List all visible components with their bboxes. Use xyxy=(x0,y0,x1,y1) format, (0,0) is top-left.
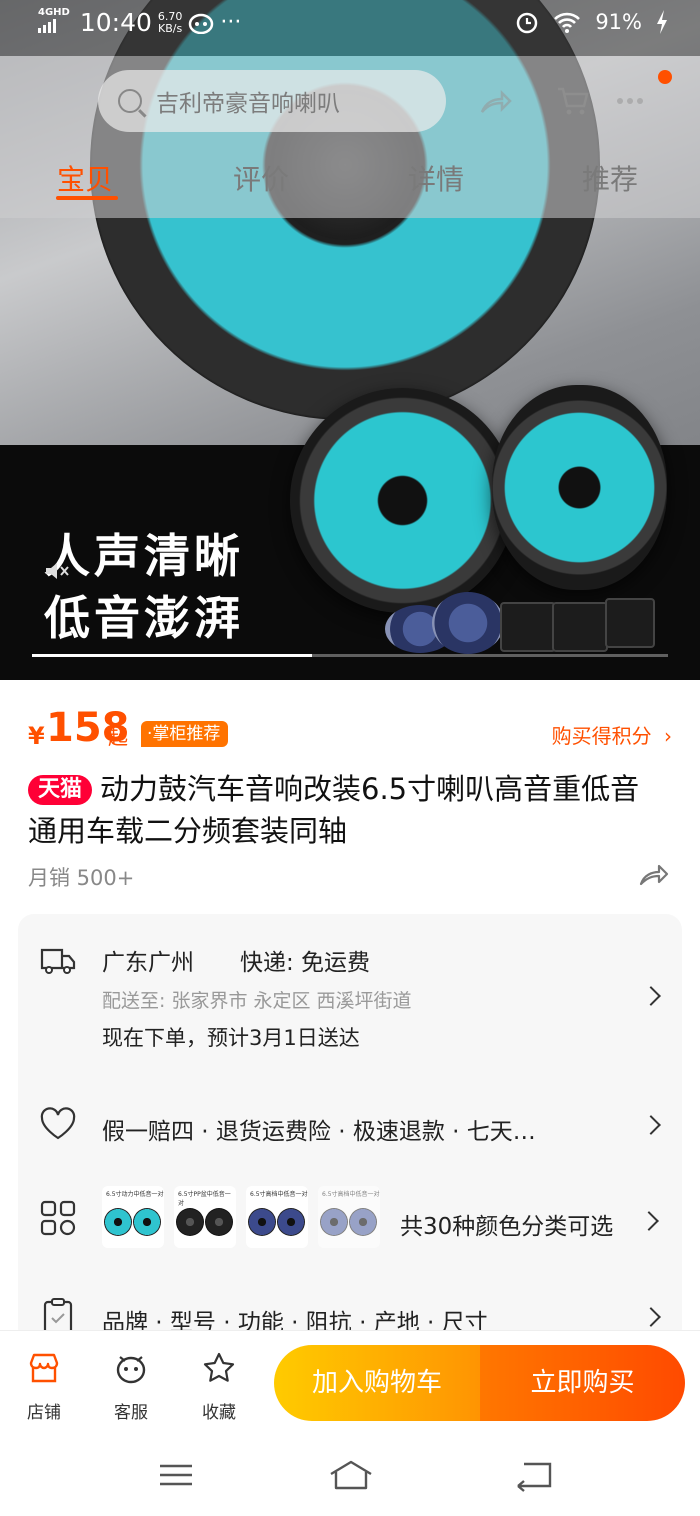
back-icon[interactable] xyxy=(514,1458,554,1492)
favorite-button[interactable]: 收藏 xyxy=(189,1351,249,1423)
share-icon[interactable] xyxy=(478,88,512,116)
speaker-thumb xyxy=(205,1208,233,1236)
chevron-right-icon xyxy=(641,1307,661,1327)
battery-percentage: 91% xyxy=(595,10,642,34)
video-progress-fill xyxy=(32,654,312,657)
gallery-caption: 人声清晰 低音澎湃 xyxy=(44,525,244,649)
grid-icon xyxy=(40,1200,76,1236)
more-notifications-icon: ··· xyxy=(220,10,242,35)
service-label: 客服 xyxy=(114,1403,148,1423)
variant-thumbnails: 6.5寸动力中低音一对 6.5寸PP盆中低音一对 6.5寸高档中低音一对 6.5… xyxy=(102,1186,380,1248)
ship-origin: 广东广州 xyxy=(102,950,194,976)
search-icon xyxy=(118,89,142,113)
add-to-cart-button[interactable]: 加入购物车 xyxy=(274,1345,480,1421)
speaker-thumb xyxy=(277,1208,305,1236)
variant-thumbnail[interactable]: 6.5寸PP盆中低音一对 xyxy=(174,1186,236,1248)
share-icon[interactable] xyxy=(638,860,670,888)
network-type: 4GHD xyxy=(38,7,70,18)
video-progress-bar[interactable] xyxy=(32,654,668,657)
alarm-icon xyxy=(517,12,538,34)
search-placeholder: 吉利帝豪音响喇叭 xyxy=(156,91,340,117)
price-suffix: 起 xyxy=(108,725,128,749)
chevron-right-icon xyxy=(639,1211,659,1231)
variant-thumbnail[interactable]: 6.5寸动力中低音一对 xyxy=(102,1186,164,1248)
woofer-image xyxy=(492,385,667,590)
speaker-thumb xyxy=(349,1208,377,1236)
charging-icon xyxy=(657,10,667,34)
menu-icon[interactable] xyxy=(156,1458,196,1492)
tab-recommend[interactable]: 推荐 xyxy=(582,158,638,198)
customer-service-button[interactable]: 客服 xyxy=(101,1351,161,1423)
variant-thumbnail[interactable]: 6.5寸高档中低音一对 xyxy=(318,1186,380,1248)
active-tab-indicator xyxy=(56,196,118,200)
shop-button[interactable]: 店铺 xyxy=(14,1351,74,1423)
monthly-sales: 月销 500+ xyxy=(28,866,135,890)
taobao-notification-icon xyxy=(189,13,214,34)
buy-now-button[interactable]: 立即购买 xyxy=(480,1345,685,1421)
info-card: 广东广州 快递: 免运费 配送至: 张家界市 永定区 西溪坪街道 现在下单，预计… xyxy=(18,914,682,1344)
heart-icon xyxy=(40,1107,76,1140)
price-row: ¥ 158 起 ·掌柜推荐 购买得积分 › xyxy=(28,705,672,761)
status-bar: 4GHD 10:40 6.70 KB/s ··· 91% xyxy=(0,0,700,56)
favorite-label: 收藏 xyxy=(202,1403,236,1423)
more-menu-icon[interactable] xyxy=(615,90,645,112)
speaker-thumb xyxy=(248,1208,276,1236)
speaker-thumb xyxy=(320,1208,348,1236)
shop-icon xyxy=(29,1353,59,1383)
thumb-caption: 6.5寸PP盆中低音一对 xyxy=(178,1191,231,1207)
points-link[interactable]: 购买得积分 › xyxy=(552,720,672,749)
woofer-image xyxy=(290,388,515,613)
points-label: 购买得积分 xyxy=(551,724,652,748)
home-icon[interactable] xyxy=(328,1458,374,1492)
currency-symbol: ¥ xyxy=(28,722,45,750)
speed-value: 6.70 xyxy=(157,9,183,23)
product-title: 动力鼓汽车音响改装6.5寸喇叭高音重低音通用车载二分频套装同轴 xyxy=(28,772,640,848)
tab-details[interactable]: 详情 xyxy=(408,158,464,198)
recommend-badge: ·掌柜推荐 xyxy=(141,721,229,747)
crossover-image xyxy=(552,602,608,652)
bottom-action-bar: 店铺 客服 收藏 加入购物车 立即购买 xyxy=(0,1330,700,1440)
variant-thumbnail[interactable]: 6.5寸高档中低音一对 xyxy=(246,1186,308,1248)
caption-line-1: 人声清晰 xyxy=(44,529,244,583)
thumb-caption: 6.5寸高档中低音一对 xyxy=(250,1191,308,1198)
guarantee-list: 假一赔四 · 退货运费险 · 极速退款 · 七天… xyxy=(102,1119,536,1145)
variant-count: 共30种颜色分类可选 xyxy=(400,1214,614,1240)
thumb-caption: 6.5寸高档中低音一对 xyxy=(322,1191,380,1198)
delivery-eta: 现在下单，预计3月1日送达 xyxy=(102,1026,360,1050)
delivery-address: 配送至: 张家界市 永定区 西溪坪街道 xyxy=(102,990,412,1012)
signal-icon: 4GHD xyxy=(38,8,70,37)
cart-icon[interactable] xyxy=(556,86,590,116)
speaker-thumb xyxy=(133,1208,161,1236)
caption-line-2: 低音澎湃 xyxy=(44,591,244,645)
tab-reviews[interactable]: 评价 xyxy=(233,158,289,198)
wifi-icon xyxy=(554,12,581,33)
crossover-image xyxy=(605,598,655,648)
customer-service-icon xyxy=(116,1356,146,1384)
product-title-block: 天猫 动力鼓汽车音响改装6.5寸喇叭高音重低音通用车载二分频套装同轴 xyxy=(28,768,668,852)
chevron-right-icon xyxy=(641,986,661,1006)
star-icon xyxy=(203,1352,235,1382)
thumb-caption: 6.5寸动力中低音一对 xyxy=(106,1191,164,1198)
notification-dot xyxy=(658,70,672,84)
truck-icon xyxy=(40,948,76,974)
tweeter-image xyxy=(432,592,504,654)
shop-label: 店铺 xyxy=(27,1403,61,1423)
crossover-image xyxy=(500,602,556,652)
system-nav-bar xyxy=(0,1440,700,1516)
tmall-badge: 天猫 xyxy=(28,775,93,805)
speed-unit: KB/s xyxy=(158,21,183,35)
mute-icon[interactable] xyxy=(44,560,70,582)
clock: 10:40 xyxy=(79,8,152,37)
ship-fee: 快递: 免运费 xyxy=(240,950,371,976)
chevron-right-icon xyxy=(641,1115,661,1135)
search-bar[interactable]: 吉利帝豪音响喇叭 xyxy=(98,70,446,132)
speaker-thumb xyxy=(104,1208,132,1236)
tab-item[interactable]: 宝贝 xyxy=(57,158,113,198)
chevron-right-icon: › xyxy=(664,724,672,748)
speaker-thumb xyxy=(176,1208,204,1236)
network-speed: 6.70 KB/s xyxy=(157,9,183,35)
